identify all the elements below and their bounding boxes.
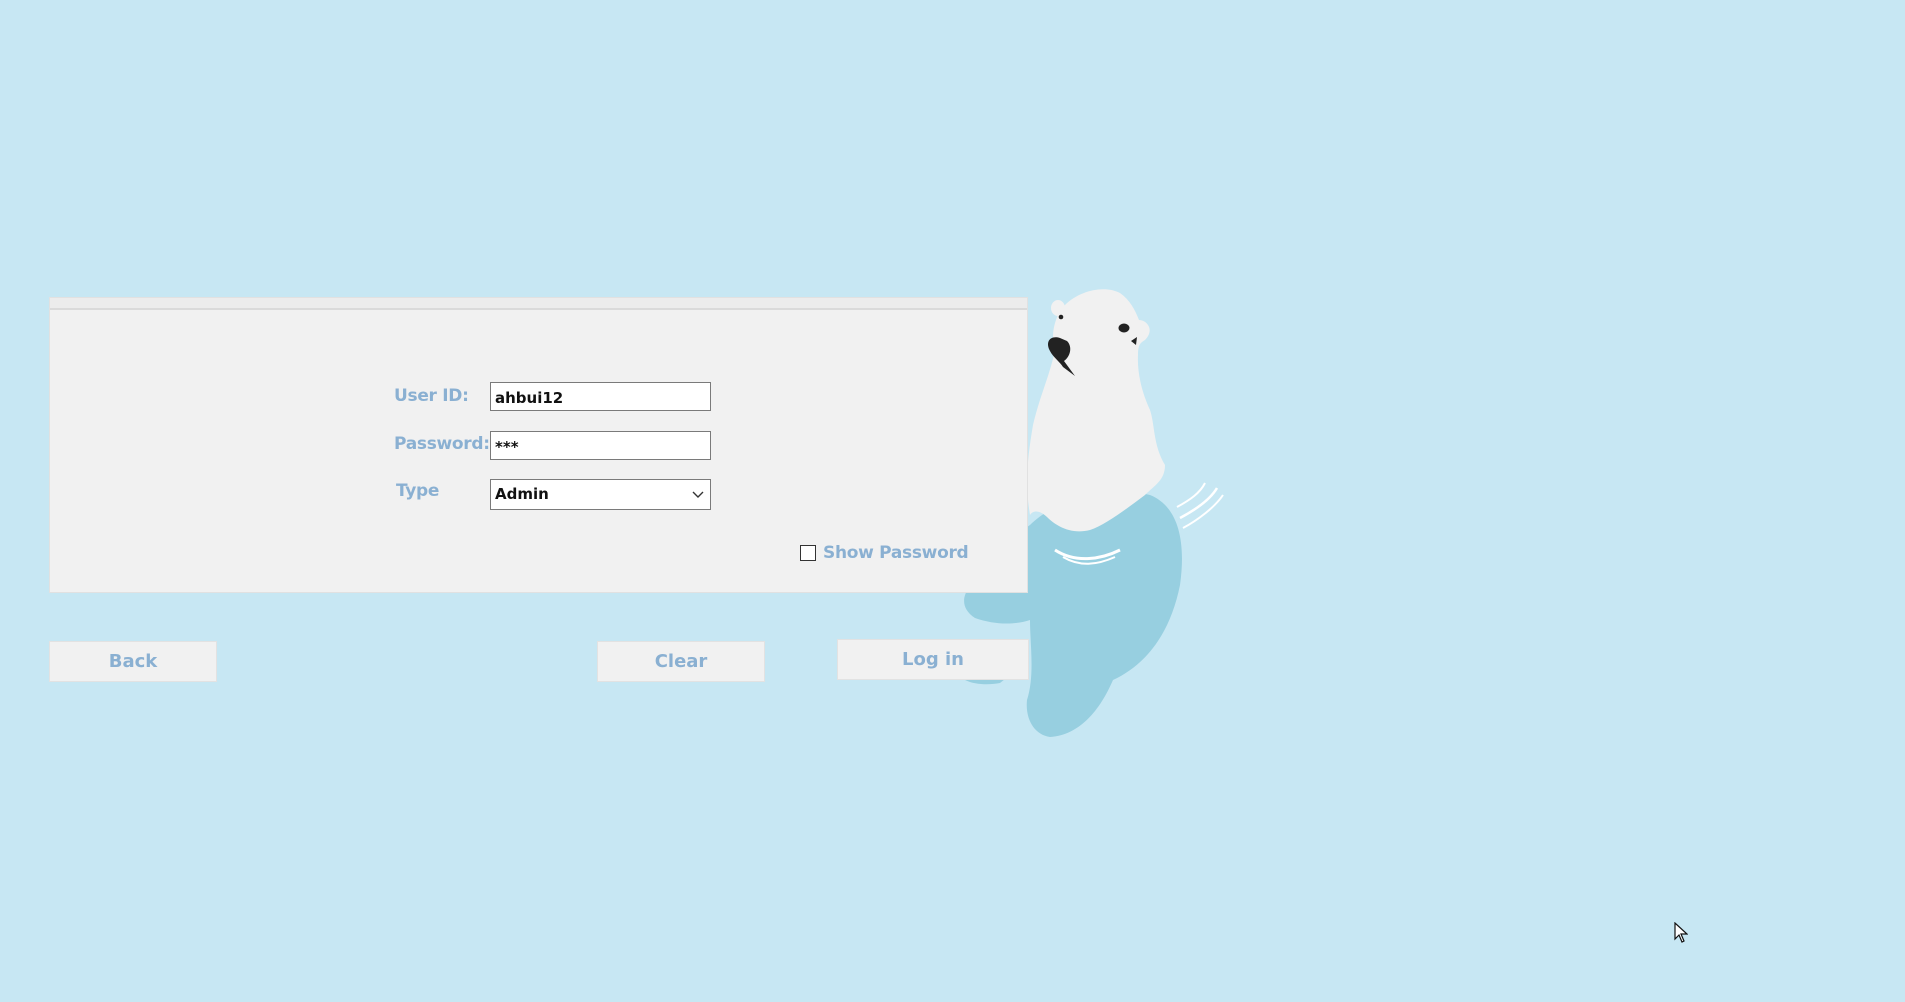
login-panel: User ID: Password: Type Admin Show Passw… xyxy=(49,297,1028,593)
show-password-checkbox[interactable] xyxy=(800,545,816,561)
type-label: Type xyxy=(396,481,440,501)
password-field[interactable] xyxy=(490,431,711,460)
panel-header-bar xyxy=(50,298,1027,310)
login-button[interactable]: Log in xyxy=(837,639,1029,680)
chevron-down-icon xyxy=(692,491,704,498)
back-button[interactable]: Back xyxy=(49,641,217,682)
password-label: Password: xyxy=(394,434,490,454)
type-select[interactable]: Admin xyxy=(490,479,711,510)
type-selected-value: Admin xyxy=(495,485,549,503)
login-screen: User ID: Password: Type Admin Show Passw… xyxy=(0,0,1905,1002)
user-id-label: User ID: xyxy=(394,386,469,406)
show-password-label[interactable]: Show Password xyxy=(823,543,969,563)
user-id-field[interactable] xyxy=(490,382,711,411)
mouse-pointer-icon xyxy=(1674,922,1688,943)
clear-button[interactable]: Clear xyxy=(597,641,765,682)
